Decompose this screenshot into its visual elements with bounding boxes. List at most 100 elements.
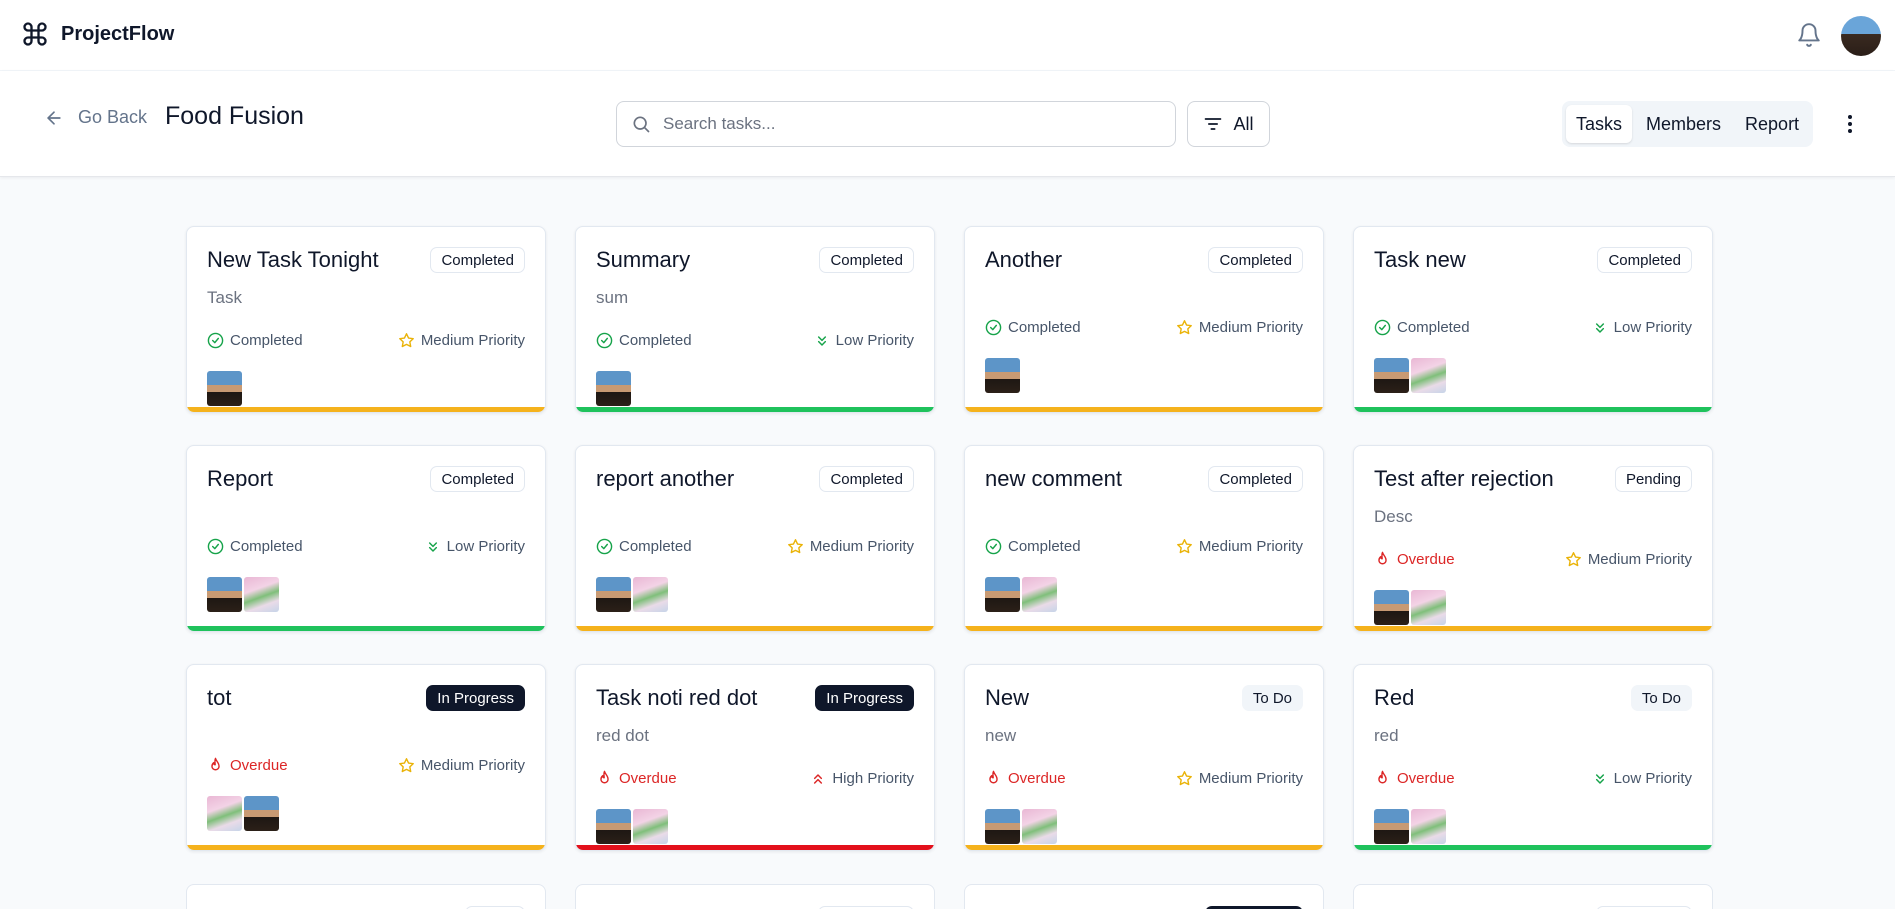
task-priority-label: Medium Priority <box>420 757 525 774</box>
task-title: Another <box>985 247 1063 272</box>
task-priority: Medium Priority <box>1565 551 1692 568</box>
task-card[interactable]: new comment Completed Completed Medium P… <box>964 445 1324 632</box>
check-circle-icon <box>985 319 1002 336</box>
arrow-left-icon <box>47 110 61 125</box>
task-title: Report <box>207 466 274 491</box>
task-priority-label: High Priority <box>832 770 914 787</box>
task-card[interactable]: tot In Progress Overdue Medium Priority <box>186 664 546 851</box>
chevrons-up-icon <box>814 773 823 784</box>
priority-bar <box>576 845 934 850</box>
task-grid: New Task Tonight Completed Task Complete… <box>186 226 1716 851</box>
tab-report[interactable]: Report <box>1735 105 1809 143</box>
assignee-avatar[interactable] <box>1022 809 1057 844</box>
assignee-avatars <box>596 809 668 844</box>
more-options-button[interactable] <box>1840 111 1860 137</box>
assignee-avatar[interactable] <box>1411 590 1446 625</box>
task-title: New <box>985 685 1030 710</box>
flame-icon <box>211 757 220 771</box>
notifications-button[interactable] <box>1796 22 1822 48</box>
task-card[interactable]: New To Do new Overdue Medium Priority <box>964 664 1324 851</box>
go-back-button[interactable]: Go Back <box>44 107 147 128</box>
assignee-avatar[interactable] <box>244 577 279 612</box>
assignee-avatar[interactable] <box>1374 809 1409 844</box>
check-circle-icon <box>985 538 1002 555</box>
task-status: Completed <box>985 538 1081 555</box>
task-status-label: Completed <box>1008 538 1081 555</box>
task-card[interactable]: New Task Tonight Completed Task Complete… <box>186 226 546 413</box>
priority-bar <box>187 845 545 850</box>
user-avatar[interactable] <box>1841 16 1881 56</box>
task-priority: Medium Priority <box>1176 538 1303 555</box>
task-priority-label: Low Priority <box>446 538 525 555</box>
task-status: Completed <box>596 538 692 555</box>
brand[interactable]: ProjectFlow <box>21 20 174 48</box>
task-status: Overdue <box>596 770 677 787</box>
kebab-dot <box>1848 115 1852 119</box>
task-priority: Low Priority <box>1592 770 1692 787</box>
assignee-avatar[interactable] <box>1411 358 1446 393</box>
chevrons-down-icon <box>1595 773 1604 784</box>
assignee-avatars <box>596 577 668 612</box>
assignee-avatars <box>207 577 279 612</box>
task-description: sum <box>596 288 629 307</box>
search-input[interactable] <box>663 114 1143 134</box>
kebab-dot <box>1848 129 1852 133</box>
tab-members[interactable]: Members <box>1636 105 1731 143</box>
task-priority: Low Priority <box>1592 319 1692 336</box>
assignee-avatar[interactable] <box>207 577 242 612</box>
task-card[interactable]: report another Completed Completed Mediu… <box>575 445 935 632</box>
task-card-partial[interactable] <box>964 884 1324 909</box>
task-priority-label: Low Priority <box>835 332 914 349</box>
task-card[interactable]: Another Completed Completed Medium Prior… <box>964 226 1324 413</box>
task-card-partial[interactable] <box>1353 884 1713 909</box>
task-priority: High Priority <box>810 770 914 787</box>
tab-tasks[interactable]: Tasks <box>1566 105 1633 143</box>
assignee-avatar[interactable] <box>596 371 631 406</box>
task-priority-label: Medium Priority <box>1587 551 1692 568</box>
status-badge: Completed <box>819 466 914 492</box>
assignee-avatar[interactable] <box>207 796 242 831</box>
filter-button[interactable]: All <box>1187 101 1270 147</box>
assignee-avatar[interactable] <box>1374 358 1409 393</box>
assignee-avatar[interactable] <box>596 809 631 844</box>
project-title: Food Fusion <box>165 102 304 130</box>
task-title: tot <box>207 685 232 710</box>
status-badge: To Do <box>1241 685 1303 711</box>
assignee-avatar[interactable] <box>633 577 668 612</box>
assignee-avatar[interactable] <box>596 577 631 612</box>
task-card-partial[interactable] <box>575 884 935 909</box>
priority-bar <box>187 626 545 631</box>
task-status: Overdue <box>1374 551 1455 568</box>
star-icon <box>1176 320 1192 335</box>
assignee-avatar[interactable] <box>244 796 279 831</box>
task-card[interactable]: Red To Do red Overdue Low Priority <box>1353 664 1713 851</box>
status-badge: Completed <box>1208 466 1303 492</box>
task-card[interactable]: Task noti red dot In Progress red dot Ov… <box>575 664 935 851</box>
chevrons-down-icon <box>817 335 826 346</box>
assignee-avatar[interactable] <box>633 809 668 844</box>
task-card[interactable]: Report Completed Completed Low Priority <box>186 445 546 632</box>
task-status-label: Overdue <box>1008 770 1066 787</box>
assignee-avatar[interactable] <box>985 577 1020 612</box>
task-card[interactable]: Task new Completed Completed Low Priorit… <box>1353 226 1713 413</box>
priority-bar <box>576 626 934 631</box>
task-priority: Low Priority <box>814 332 914 349</box>
assignee-avatar[interactable] <box>985 809 1020 844</box>
task-card-partial[interactable] <box>186 884 546 909</box>
assignee-avatar[interactable] <box>1022 577 1057 612</box>
task-card[interactable]: Summary Completed sum Completed Low Prio… <box>575 226 935 413</box>
assignee-avatar[interactable] <box>1411 809 1446 844</box>
assignee-avatar[interactable] <box>1374 590 1409 625</box>
priority-bar <box>1354 845 1712 850</box>
task-card[interactable]: Test after rejection Pending Desc Overdu… <box>1353 445 1713 632</box>
status-badge: In Progress <box>815 685 914 711</box>
priority-bar <box>1354 407 1712 412</box>
assignee-avatar[interactable] <box>207 371 242 406</box>
assignee-avatar[interactable] <box>985 358 1020 393</box>
chevrons-down-icon <box>428 541 437 552</box>
top-navbar: ProjectFlow <box>0 0 1895 71</box>
task-priority: Medium Priority <box>398 757 525 774</box>
task-status-label: Completed <box>1397 319 1470 336</box>
priority-bar <box>965 407 1323 412</box>
search-box[interactable] <box>616 101 1176 147</box>
